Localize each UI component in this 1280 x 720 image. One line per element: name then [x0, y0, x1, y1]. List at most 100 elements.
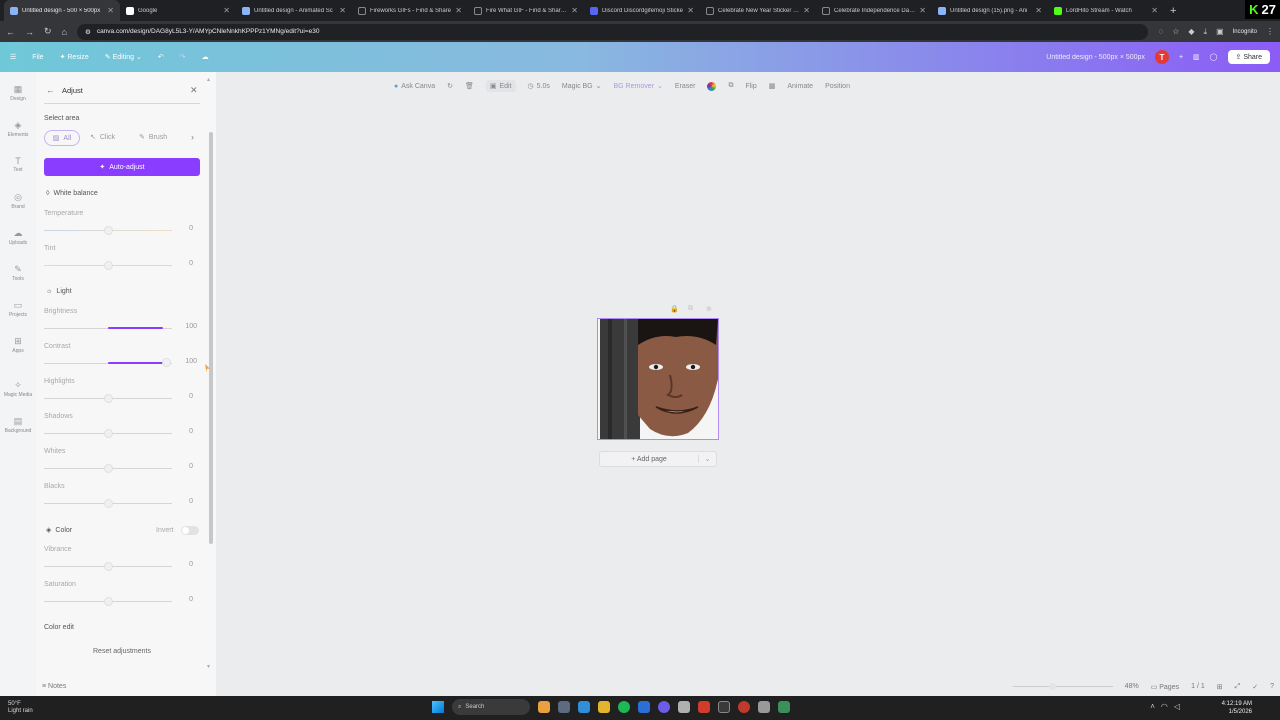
close-tab-icon[interactable]: ✕	[339, 6, 346, 15]
obs-app-icon[interactable]	[738, 701, 750, 713]
transparency-icon[interactable]: ▩	[769, 82, 776, 90]
close-tab-icon[interactable]: ✕	[223, 6, 230, 15]
browser-tab[interactable]: LordHito Stream - Watch ✕	[1048, 0, 1164, 21]
rail-projects[interactable]: ▭ Projects	[0, 300, 36, 318]
rail-background[interactable]: ▤ Background	[0, 416, 36, 434]
bg-remover-button[interactable]: BG Remover ⌄	[614, 82, 663, 91]
rail-tools[interactable]: ✎ Tools	[0, 264, 36, 282]
color-wheel-icon[interactable]	[707, 81, 717, 91]
browser-tab[interactable]: Celebrate Independence Day S ✕	[816, 0, 932, 21]
contrast-value[interactable]: 100	[167, 358, 197, 365]
temperature-knob[interactable]	[104, 226, 113, 235]
sidebar-icon[interactable]: ▣	[1216, 27, 1224, 36]
taskbar-search[interactable]: ⌕ Search	[452, 699, 530, 715]
lock-icon[interactable]: 🔒	[670, 305, 679, 313]
back-icon[interactable]: ←	[6, 27, 15, 37]
crop-icon[interactable]: ⧉	[728, 82, 733, 90]
menu-icon[interactable]: ☰	[10, 53, 16, 61]
temperature-value[interactable]: 0	[163, 225, 193, 232]
file-menu-button[interactable]: File	[32, 54, 43, 61]
select-brush-button[interactable]: ✎ Brush	[139, 133, 167, 142]
close-tab-icon[interactable]: ✕	[687, 6, 694, 15]
close-tab-icon[interactable]: ✕	[1035, 6, 1042, 15]
vibrance-knob[interactable]	[104, 562, 113, 571]
new-tab-button[interactable]: +	[1164, 5, 1182, 17]
terminal-app-icon[interactable]	[718, 701, 730, 713]
ask-canva-button[interactable]: ● Ask Canva	[394, 83, 435, 90]
chevron-up-icon[interactable]: ˄	[1150, 702, 1155, 711]
scroll-up-icon[interactable]: ▴	[207, 76, 210, 83]
blacks-knob[interactable]	[104, 499, 113, 508]
browser-tab[interactable]: Google ✕	[120, 0, 236, 21]
menu-dots-icon[interactable]: ⋮	[1266, 27, 1274, 36]
shadows-value[interactable]: 0	[163, 428, 193, 435]
notepad-app-icon[interactable]	[678, 701, 690, 713]
incognito-label[interactable]: Incognito	[1233, 29, 1257, 35]
rail-design[interactable]: ▦ Design	[0, 84, 36, 102]
extension-icon[interactable]: ◆	[1188, 27, 1194, 36]
undo-icon[interactable]: ↶	[158, 53, 164, 61]
reload-icon[interactable]: ↻	[44, 26, 52, 37]
auto-adjust-button[interactable]: ✦ Auto-adjust	[44, 158, 200, 176]
taskbar-clock[interactable]: 4:12:19 AM 1/5/2026	[1222, 700, 1252, 716]
shadows-knob[interactable]	[104, 429, 113, 438]
site-info-icon[interactable]: ⚙	[85, 28, 91, 36]
pages-button[interactable]: ▭ Pages	[1151, 683, 1179, 691]
rail-brand[interactable]: ◎ Brand	[0, 192, 36, 210]
grid-view-icon[interactable]: ⊞	[1217, 683, 1223, 691]
position-button[interactable]: Position	[825, 83, 850, 90]
resize-button[interactable]: ✦ Resize	[60, 53, 89, 61]
rail-elements[interactable]: ◈ Elements	[0, 120, 36, 138]
settings-app-icon[interactable]	[758, 701, 770, 713]
vibrance-value[interactable]: 0	[163, 561, 193, 568]
rail-text[interactable]: T Text	[0, 156, 36, 173]
close-tab-icon[interactable]: ✕	[1151, 6, 1158, 15]
store-app-icon[interactable]	[638, 701, 650, 713]
refresh-icon[interactable]: ↻	[447, 82, 453, 90]
close-tab-icon[interactable]: ✕	[571, 6, 578, 15]
edit-button[interactable]: ▣ Edit	[485, 80, 516, 92]
browser-tab[interactable]: Discord Discordgifemoji Sticke ✕	[584, 0, 700, 21]
brave-app-icon[interactable]	[698, 701, 710, 713]
chevron-right-icon[interactable]: ›	[191, 132, 194, 142]
browser-tab[interactable]: Fire What GIF - Find & Share o ✕	[468, 0, 584, 21]
comments-icon[interactable]: ◯	[1210, 53, 1218, 61]
zoom-slider[interactable]	[1012, 683, 1113, 690]
browser-tab[interactable]: Fireworks GIFs - Find & Share ✕	[352, 0, 468, 21]
trash-icon[interactable]: 🗑	[465, 82, 474, 90]
notes-button[interactable]: ≡ Notes	[42, 683, 66, 690]
redo-icon[interactable]: ↷	[180, 53, 186, 61]
browser-tab[interactable]: Celebrate New Year Sticker by ✕	[700, 0, 816, 21]
invert-toggle[interactable]	[181, 526, 199, 535]
chevron-down-icon[interactable]: ⌄	[698, 455, 716, 463]
share-button[interactable]: ⇪ Share	[1227, 50, 1270, 64]
help-icon[interactable]: ?	[1270, 683, 1274, 690]
fullscreen-icon[interactable]: ⤢	[1235, 683, 1241, 691]
weather-widget[interactable]: 50°F Light rain	[0, 701, 120, 715]
zoom-value[interactable]: 48%	[1125, 683, 1139, 690]
chrome-app-icon[interactable]	[538, 701, 550, 713]
highlights-value[interactable]: 0	[163, 393, 193, 400]
rail-uploads[interactable]: ☁ Uploads	[0, 228, 36, 246]
saturation-knob[interactable]	[104, 597, 113, 606]
brightness-value[interactable]: 100	[167, 323, 197, 330]
volume-icon[interactable]: ◁	[1174, 702, 1180, 711]
design-title[interactable]: Untitled design - 500px × 500px	[1046, 54, 1145, 61]
tint-value[interactable]: 0	[163, 260, 193, 267]
download-icon[interactable]: ⤓	[1204, 27, 1208, 37]
add-collaborator-icon[interactable]: +	[1179, 54, 1183, 61]
duplicate-icon[interactable]: ⧉	[688, 305, 693, 313]
rail-magic-media[interactable]: ✧ Magic Media	[0, 380, 36, 398]
bookmark-star-icon[interactable]: ☆	[1172, 27, 1179, 36]
close-tab-icon[interactable]: ✕	[919, 6, 926, 15]
avatar[interactable]: T	[1154, 50, 1169, 64]
task-view-icon[interactable]	[558, 701, 570, 713]
check-icon[interactable]: ✓	[1252, 683, 1258, 691]
tint-knob[interactable]	[104, 261, 113, 270]
home-icon[interactable]: ⌂	[62, 27, 67, 37]
editing-button[interactable]: ✎ Editing ⌄	[105, 53, 142, 61]
select-all-button[interactable]: ▨ All	[44, 130, 80, 146]
discord-app-icon[interactable]	[658, 701, 670, 713]
eraser-button[interactable]: Eraser	[675, 83, 696, 90]
close-tab-icon[interactable]: ✕	[803, 6, 810, 15]
